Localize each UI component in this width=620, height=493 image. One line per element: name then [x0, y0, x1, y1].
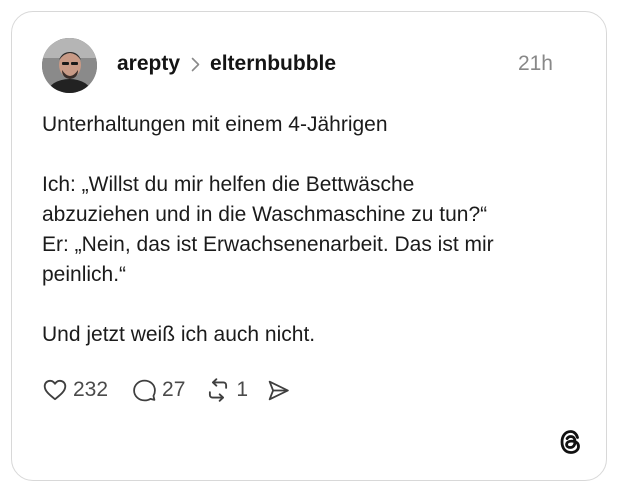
speech-bubble-icon	[132, 378, 157, 403]
action-bar: 232 27 1	[42, 375, 291, 405]
post-header: arepty elternbubble	[117, 52, 336, 76]
post-time: 21h	[517, 52, 553, 75]
repost-count: 1	[236, 378, 249, 401]
post-text-spacer	[42, 140, 582, 170]
repost-button[interactable]: 1	[205, 377, 248, 403]
post-text-line: Unterhaltungen mit einem 4-Jährigen	[42, 113, 388, 136]
post-text-line: abzuziehen und in die Waschmaschine zu t…	[42, 203, 488, 226]
like-button[interactable]: 232	[42, 377, 108, 403]
like-count: 232	[73, 378, 109, 401]
chevron-right-icon	[191, 57, 200, 72]
community-name[interactable]: elternbubble	[210, 52, 336, 76]
post-text-line: Ich: „Willst du mir helfen die Bettwäsch…	[42, 173, 415, 196]
post-text-line: Und jetzt weiß ich auch nicht.	[42, 323, 316, 346]
repost-icon	[205, 377, 231, 403]
post-card: arepty elternbubble 21h Unterhaltungen m…	[11, 11, 607, 481]
reply-button[interactable]: 27	[132, 378, 185, 403]
post-text-line: peinlich.“	[42, 263, 127, 286]
author-name[interactable]: arepty	[117, 52, 180, 76]
post-text-line: Er: „Nein, das ist Erwachsenenarbeit. Da…	[42, 233, 494, 256]
share-button[interactable]	[266, 378, 291, 403]
post-text-spacer	[42, 290, 582, 320]
send-icon	[266, 378, 291, 403]
heart-icon	[42, 377, 68, 403]
post-text: Unterhaltungen mit einem 4-Jährigen Ich:…	[42, 110, 582, 350]
avatar[interactable]	[42, 38, 97, 93]
reply-count: 27	[162, 378, 186, 401]
threads-logo-icon	[557, 428, 585, 456]
